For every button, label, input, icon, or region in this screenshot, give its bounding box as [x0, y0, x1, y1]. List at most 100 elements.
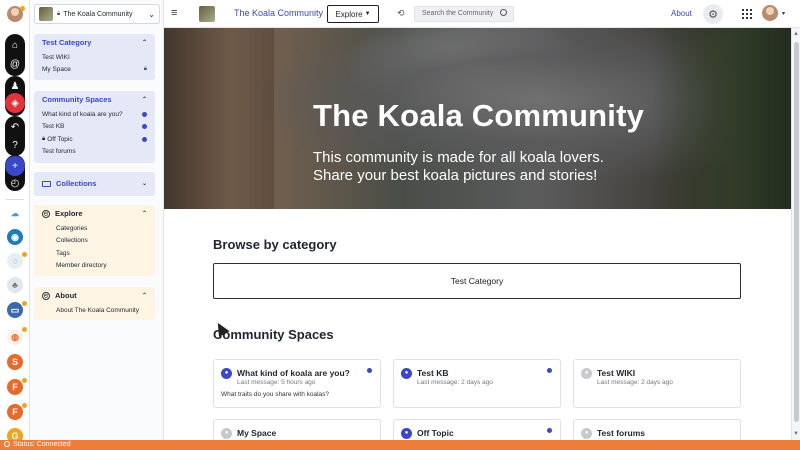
- at-icon[interactable]: @: [5, 54, 25, 74]
- panel-title: Community Spaces: [42, 95, 112, 104]
- lock-icon: 🔒︎: [42, 135, 46, 142]
- scroll-down-icon[interactable]: ▼: [793, 431, 799, 437]
- page-scrollbar[interactable]: ▲ ▼: [791, 28, 800, 440]
- app-root: { "rail": { "apps": [ {"name": "home", "…: [0, 0, 800, 450]
- f-app-icon-2[interactable]: F: [7, 404, 23, 420]
- share-icon[interactable]: ↶: [5, 117, 25, 137]
- space-card-meta: Last message: 5 hours ago: [237, 379, 316, 386]
- sidebar-item-test-kb[interactable]: Test KB: [42, 121, 147, 134]
- sidebar-item-about-community[interactable]: About The Koala Community: [42, 304, 147, 317]
- sidebar-item-off-topic[interactable]: 🔒︎ Off Topic: [42, 133, 147, 146]
- lock-icon: ●: [401, 428, 412, 439]
- space-card-meta: Last message: 2 days ago: [597, 379, 673, 386]
- compass-icon: ◴: [42, 291, 50, 300]
- chat-bubble-icon: ●: [581, 368, 592, 379]
- browse-heading: Browse by category: [213, 237, 337, 252]
- space-card[interactable]: ● What kind of koala are you? Last messa…: [213, 359, 381, 408]
- globe-app-icon[interactable]: ◉: [7, 229, 23, 245]
- sidebar-item-label: Test KB: [42, 123, 65, 131]
- panel-about: ◴ About ⌃ About The Koala Community: [34, 287, 155, 320]
- chevron-up-icon[interactable]: ⌃: [142, 292, 147, 299]
- chevron-up-icon[interactable]: ⌃: [142, 39, 147, 46]
- sidebar-item-my-space[interactable]: My Space 🔒︎: [42, 64, 147, 77]
- f-app-icon-1[interactable]: F: [7, 379, 23, 395]
- s-app-icon[interactable]: S: [7, 354, 23, 370]
- app-badge: [22, 252, 27, 257]
- lock-icon: 🔒︎: [57, 10, 61, 17]
- panel-header[interactable]: Test Category ⌃: [42, 38, 147, 47]
- cloud-app-icon[interactable]: ☁: [7, 205, 23, 221]
- unread-dot: [142, 124, 147, 130]
- lock-icon: 🔒︎: [143, 66, 147, 73]
- apps-grid-icon[interactable]: [742, 9, 752, 19]
- sidebar: 🔒︎ The Koala Community ⌄ Test Category ⌃…: [30, 0, 164, 440]
- category-card[interactable]: Test Category: [213, 263, 741, 299]
- sidebar-item-member-directory[interactable]: Member directory: [42, 260, 147, 273]
- panel-header[interactable]: Community Spaces ⌃: [42, 95, 147, 104]
- panel-title: Test Category: [42, 38, 92, 47]
- people-app-icon[interactable]: ♣: [7, 277, 23, 293]
- history-icon[interactable]: ⟲: [397, 8, 405, 19]
- folder-icon: [42, 180, 51, 187]
- sidebar-item-label: What kind of koala are you?: [42, 110, 123, 118]
- sidebar-item-label: Categories: [56, 224, 88, 232]
- caret-down-icon: ▼: [364, 11, 371, 17]
- community-logo[interactable]: [199, 6, 215, 22]
- unread-dot: [142, 111, 147, 117]
- sidebar-item-collections[interactable]: Collections: [42, 235, 147, 248]
- home-icon[interactable]: ⌂: [5, 35, 25, 55]
- sidebar-item-koala-quiz[interactable]: What kind of koala are you?: [42, 108, 147, 121]
- scrollbar-thumb[interactable]: [794, 42, 799, 422]
- space-card[interactable]: ● Test KB Last message: 2 days ago: [393, 359, 561, 408]
- panel-collections[interactable]: Collections ⌄: [34, 172, 155, 196]
- search-input[interactable]: Search the Community: [414, 6, 514, 22]
- space-card-title: Test forums: [597, 428, 646, 438]
- chat-app-icon[interactable]: ◌: [7, 253, 23, 269]
- explore-button[interactable]: Explore ▼: [327, 5, 379, 23]
- panel-explore: ◴ Explore ⌃ Categories Collections Tags …: [34, 205, 155, 276]
- space-card-description: What traits do you share with koalas?: [221, 391, 330, 398]
- chevron-up-icon[interactable]: ⌃: [142, 96, 147, 103]
- community-switcher[interactable]: 🔒︎ The Koala Community ⌄: [34, 4, 160, 24]
- community-thumbnail: [39, 7, 53, 21]
- app-rail: ⌂ @ ♟ ◈ ↶ ? + ◴ ☁ ◉ ◌ ♣ ▭ ◍ S F F G: [0, 0, 30, 444]
- app-badge: [22, 301, 27, 306]
- status-text: Status: Connected: [13, 441, 71, 448]
- hero-title: The Koala Community: [313, 98, 645, 133]
- sidebar-item-tags[interactable]: Tags: [42, 247, 147, 260]
- space-card-title: Off Topic: [417, 428, 454, 438]
- chat-bubble-icon: ●: [221, 368, 232, 379]
- chevron-down-icon[interactable]: ▾: [782, 10, 785, 17]
- sidebar-item-label: Member directory: [56, 262, 107, 270]
- help-icon[interactable]: ?: [5, 135, 25, 155]
- gear-icon[interactable]: ⚙: [703, 4, 723, 24]
- menu-icon[interactable]: ≡: [171, 8, 177, 19]
- tag-icon[interactable]: ◈: [5, 93, 25, 113]
- app-badge: [22, 327, 27, 332]
- sidebar-item-test-wiki[interactable]: Test WIKI: [42, 51, 147, 64]
- screen-app-icon[interactable]: ▭: [7, 302, 23, 318]
- search-icon[interactable]: [500, 9, 507, 16]
- scroll-up-icon[interactable]: ▲: [793, 31, 799, 37]
- panel-header[interactable]: ◴ About ⌃: [42, 291, 147, 300]
- unread-dot: [547, 428, 552, 433]
- sidebar-item-categories[interactable]: Categories: [42, 222, 147, 235]
- unread-dot: [547, 368, 552, 373]
- about-link[interactable]: About: [671, 9, 692, 18]
- panel-header[interactable]: ◴ Explore ⌃: [42, 209, 147, 218]
- hero-subtitle: This community is made for all koala lov…: [313, 149, 604, 184]
- chevron-up-icon[interactable]: ⌃: [142, 210, 147, 217]
- space-card-title: What kind of koala are you?: [237, 368, 350, 378]
- sidebar-item-test-forums[interactable]: Test forums: [42, 146, 147, 159]
- panel-community-spaces: Community Spaces ⌃ What kind of koala ar…: [34, 91, 155, 163]
- panel-title: Explore: [55, 209, 83, 218]
- chevron-down-icon[interactable]: ⌄: [142, 180, 147, 187]
- community-title-link[interactable]: The Koala Community: [234, 8, 323, 18]
- panel-header[interactable]: Collections ⌄: [42, 179, 147, 188]
- chevron-down-icon: ⌄: [148, 9, 155, 19]
- space-card[interactable]: ● Test WIKI Last message: 2 days ago: [573, 359, 741, 408]
- compass-icon[interactable]: ◴: [5, 173, 25, 193]
- user-avatar[interactable]: [762, 5, 778, 21]
- ai-app-icon[interactable]: ◍: [7, 329, 23, 345]
- sidebar-item-label: Test forums: [42, 148, 76, 156]
